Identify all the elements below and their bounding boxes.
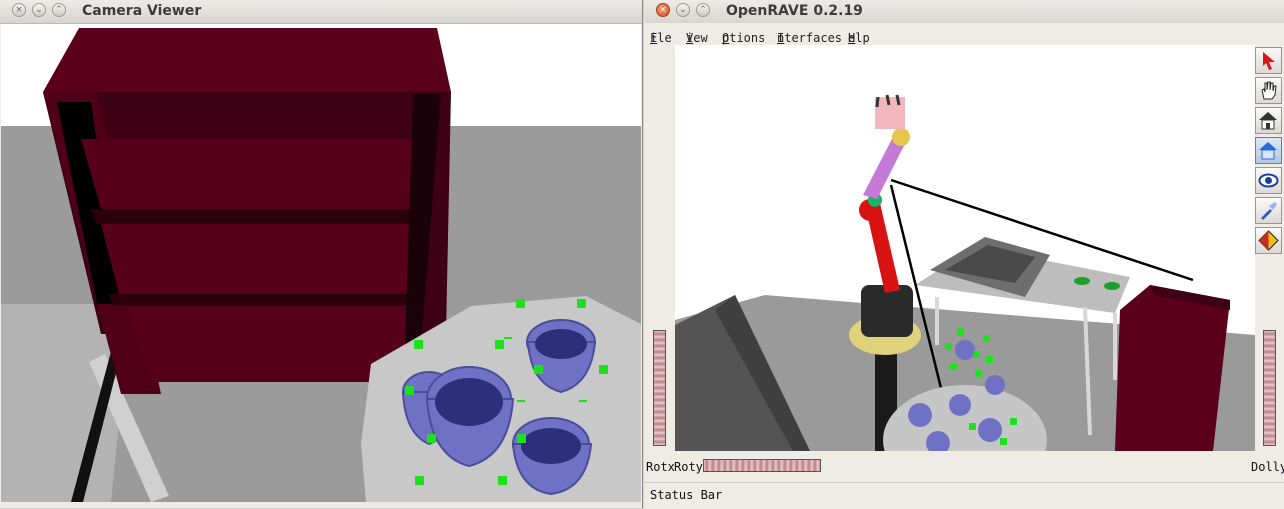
- dolly-label: Dolly: [1251, 460, 1284, 474]
- window-title: OpenRAVE 0.2.19: [726, 3, 863, 19]
- camera-3d-viewport[interactable]: [1, 24, 641, 502]
- window-title: Camera Viewer: [82, 3, 202, 19]
- shade-icon[interactable]: [1255, 227, 1282, 254]
- select-arrow-icon[interactable]: [1255, 47, 1282, 74]
- close-icon[interactable]: ×: [656, 3, 670, 17]
- shelf: [1115, 285, 1230, 451]
- openrave-titlebar[interactable]: × ⌄ ⌃ OpenRAVE 0.2.19: [644, 0, 1284, 24]
- house-view-icon[interactable]: [1255, 137, 1282, 164]
- minimize-icon[interactable]: ⌄: [32, 3, 46, 17]
- camera-scene: [1, 24, 641, 502]
- camera-viewer-window: × ⌄ ⌃ Camera Viewer: [0, 0, 643, 508]
- maximize-icon[interactable]: ⌃: [696, 3, 710, 17]
- camera-eye-icon[interactable]: [1255, 167, 1282, 194]
- openrave-scene: [675, 94, 1255, 451]
- openrave-3d-viewport[interactable]: [675, 45, 1255, 451]
- home-icon[interactable]: [1255, 107, 1282, 134]
- roty-wheel[interactable]: [703, 459, 821, 472]
- rotx-wheel[interactable]: [653, 330, 666, 446]
- status-text: Status Bar: [650, 488, 723, 502]
- openrave-window: × ⌄ ⌃ OpenRAVE 0.2.19 File View Options …: [644, 0, 1284, 509]
- hand-icon[interactable]: [1255, 77, 1282, 104]
- close-icon[interactable]: ×: [12, 3, 26, 17]
- dolly-wheel[interactable]: [1263, 330, 1276, 446]
- menu-bar: File View Options Interfaces Help: [644, 23, 1284, 45]
- flashlight-icon[interactable]: [1255, 197, 1282, 224]
- minimize-icon[interactable]: ⌄: [676, 3, 690, 17]
- roty-label: Roty: [674, 460, 703, 474]
- camera-viewer-titlebar[interactable]: × ⌄ ⌃ Camera Viewer: [0, 0, 642, 24]
- status-bar: Status Bar: [644, 482, 1284, 509]
- rotx-label: Rotx: [646, 460, 675, 474]
- maximize-icon[interactable]: ⌃: [52, 3, 66, 17]
